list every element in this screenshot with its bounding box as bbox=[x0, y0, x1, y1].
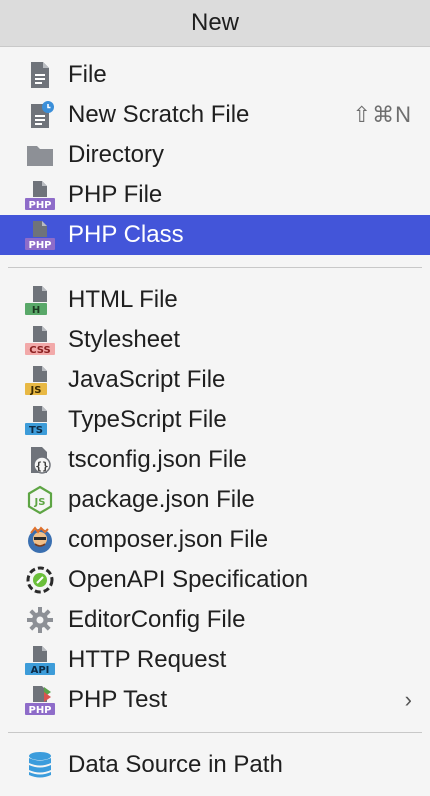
composer-icon bbox=[24, 524, 56, 556]
menu-item-label: OpenAPI Specification bbox=[68, 566, 309, 593]
menu-item-package-json-file[interactable]: JS package.json File bbox=[0, 480, 430, 520]
menu-top-padding bbox=[0, 47, 430, 55]
svg-text:API: API bbox=[31, 665, 50, 676]
menu-item-php-class[interactable]: PHP PHP Class bbox=[0, 215, 430, 255]
menu-item-editorconfig-file[interactable]: EditorConfig File bbox=[0, 600, 430, 640]
database-icon bbox=[24, 749, 56, 781]
menu-item-label: HTTP Request bbox=[68, 646, 227, 673]
menu-item-php-file[interactable]: PHP PHP File bbox=[0, 175, 430, 215]
menu-separator bbox=[8, 267, 422, 268]
menu-item-label: PHP Class bbox=[68, 221, 184, 248]
svg-text:H: H bbox=[32, 305, 40, 316]
scratch-file-icon bbox=[24, 99, 56, 131]
menu-item-php-test[interactable]: PHP PHP Test › bbox=[0, 680, 430, 720]
menu-item-label: New Scratch File bbox=[68, 101, 250, 128]
menu-items-container: File New Scratch File ⇧⌘N Directory PHP PHP F… bbox=[0, 47, 430, 785]
svg-text:JS: JS bbox=[30, 385, 42, 396]
menu-item-label: HTML File bbox=[68, 286, 178, 313]
menu-item-typescript-file[interactable]: TS TypeScript File bbox=[0, 400, 430, 440]
css-file-icon: CSS bbox=[24, 324, 56, 356]
menu-item-tsconfig-json-file[interactable]: {} tsconfig.json File bbox=[0, 440, 430, 480]
file-icon bbox=[24, 59, 56, 91]
menu-item-label: Data Source in Path bbox=[68, 751, 283, 778]
js-file-icon: JS bbox=[24, 364, 56, 396]
keyboard-shortcut: ⇧⌘N bbox=[352, 102, 412, 127]
svg-text:PHP: PHP bbox=[28, 705, 51, 716]
menu-item-html-file[interactable]: H HTML File bbox=[0, 280, 430, 320]
tsconfig-icon: {} bbox=[24, 444, 56, 476]
menu-item-openapi-specification[interactable]: OpenAPI Specification bbox=[0, 560, 430, 600]
chevron-right-icon: › bbox=[404, 687, 412, 712]
menu-item-stylesheet[interactable]: CSS Stylesheet bbox=[0, 320, 430, 360]
menu-item-label: Stylesheet bbox=[68, 326, 181, 353]
svg-text:CSS: CSS bbox=[29, 345, 50, 356]
menu-item-label: PHP File bbox=[68, 181, 163, 208]
svg-text:PHP: PHP bbox=[28, 200, 51, 211]
menu-item-label: Directory bbox=[68, 141, 165, 168]
menu-item-label: package.json File bbox=[68, 486, 255, 513]
gear-icon bbox=[24, 604, 56, 636]
html-file-icon: H bbox=[24, 284, 56, 316]
php-class-icon: PHP bbox=[24, 219, 56, 251]
menu-item-label: File bbox=[68, 61, 107, 88]
menu-item-label: TypeScript File bbox=[68, 406, 227, 433]
php-test-icon: PHP bbox=[24, 684, 56, 716]
folder-icon bbox=[24, 139, 56, 171]
menu-item-file[interactable]: File bbox=[0, 55, 430, 95]
api-icon: API bbox=[24, 644, 56, 676]
menu-item-label: composer.json File bbox=[68, 526, 269, 553]
menu-item-composer-json-file[interactable]: composer.json File bbox=[0, 520, 430, 560]
popup-title: New bbox=[0, 0, 430, 47]
svg-text:JS: JS bbox=[34, 497, 46, 508]
menu-item-label: JavaScript File bbox=[68, 366, 226, 393]
svg-text:PHP: PHP bbox=[28, 240, 51, 251]
menu-item-new-scratch-file[interactable]: New Scratch File ⇧⌘N bbox=[0, 95, 430, 135]
nodejs-icon: JS bbox=[24, 484, 56, 516]
ts-file-icon: TS bbox=[24, 404, 56, 436]
php-file-icon: PHP bbox=[24, 179, 56, 211]
menu-item-label: tsconfig.json File bbox=[68, 446, 247, 473]
menu-item-directory[interactable]: Directory bbox=[0, 135, 430, 175]
svg-text:TS: TS bbox=[29, 425, 43, 436]
menu-item-data-source-in-path[interactable]: Data Source in Path bbox=[0, 745, 430, 785]
openapi-icon bbox=[24, 564, 56, 596]
svg-text:{}: {} bbox=[35, 460, 48, 473]
menu-separator bbox=[8, 732, 422, 733]
menu-item-label: EditorConfig File bbox=[68, 606, 246, 633]
menu-item-http-request[interactable]: API HTTP Request bbox=[0, 640, 430, 680]
menu-item-label: PHP Test bbox=[68, 686, 168, 713]
menu-item-javascript-file[interactable]: JS JavaScript File bbox=[0, 360, 430, 400]
new-popup-menu: New File New Scratch File ⇧⌘N Directory PHP P… bbox=[0, 0, 430, 796]
